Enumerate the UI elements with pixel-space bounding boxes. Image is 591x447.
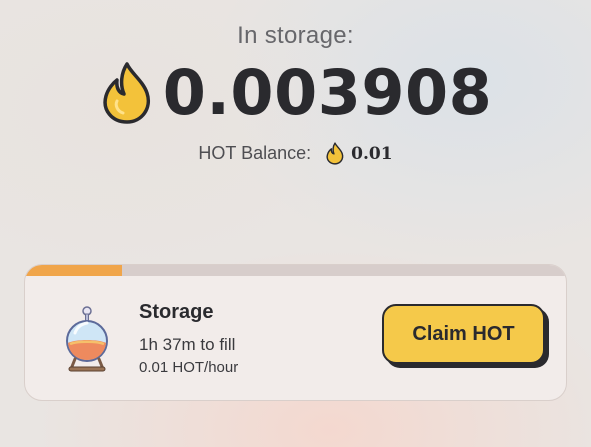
time-to-fill: 1h 37m to fill bbox=[139, 335, 236, 354]
storage-card: Storage 1h 37m to fill 0.01 HOT/hour Cla… bbox=[24, 264, 567, 401]
vial-icon bbox=[66, 306, 108, 372]
in-storage-label: In storage: bbox=[237, 22, 354, 49]
storage-progress-fill bbox=[25, 265, 123, 276]
storage-amount: 0.003908 bbox=[162, 56, 493, 129]
mining-rate: 0.01 HOT/hour bbox=[139, 359, 239, 376]
storage-title: Storage bbox=[139, 301, 214, 323]
claim-hot-button[interactable]: Claim HOT bbox=[382, 304, 545, 364]
flame-icon bbox=[103, 62, 150, 124]
hot-balance-label: HOT Balance: bbox=[198, 143, 312, 163]
storage-progress-bar bbox=[25, 265, 566, 276]
storage-amount-row: 0.003908 bbox=[0, 58, 591, 128]
hot-balance-row: HOT Balance: 0.01 bbox=[0, 142, 591, 165]
hot-balance-value: 0.01 bbox=[351, 143, 393, 164]
flame-icon bbox=[326, 142, 344, 165]
